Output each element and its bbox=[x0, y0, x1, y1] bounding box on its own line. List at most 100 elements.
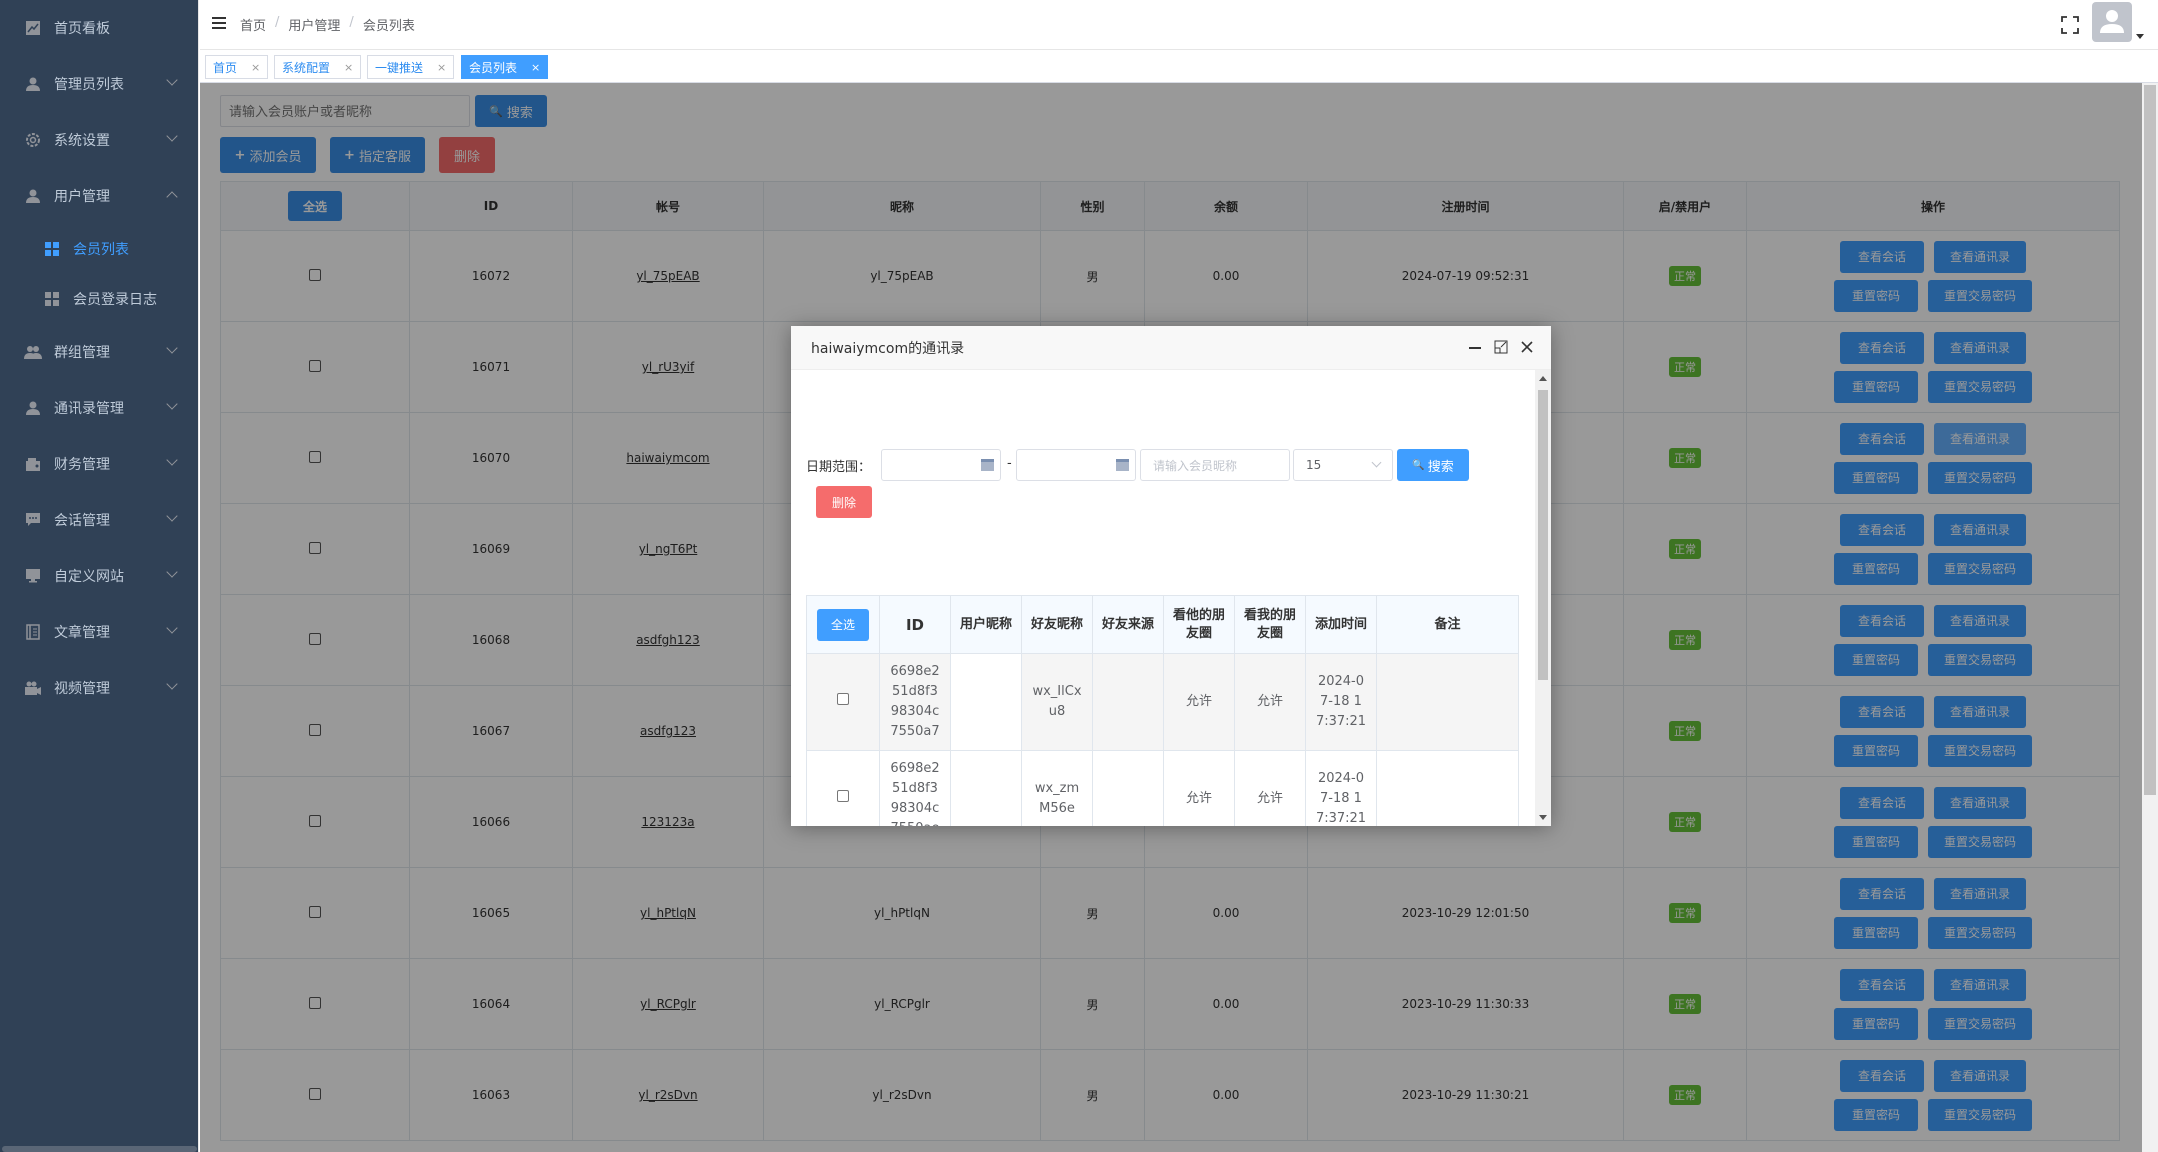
avatar[interactable] bbox=[2092, 2, 2132, 42]
account-link[interactable]: yl_rU3yif bbox=[642, 360, 694, 374]
reset-password-button[interactable]: 重置密码 bbox=[1834, 1098, 1918, 1131]
reset-password-button[interactable]: 重置密码 bbox=[1834, 825, 1918, 858]
view-chat-button[interactable]: 查看会话 bbox=[1840, 331, 1924, 364]
sidebar-item-chat-management[interactable]: 会话管理 bbox=[0, 492, 198, 548]
view-contacts-button[interactable]: 查看通讯录 bbox=[1934, 331, 2026, 364]
sidebar-item-dashboard[interactable]: 首页看板 bbox=[0, 0, 198, 56]
sidebar-item-video-management[interactable]: 视频管理 bbox=[0, 660, 198, 716]
view-chat-button[interactable]: 查看会话 bbox=[1840, 1059, 1924, 1092]
view-contacts-button[interactable]: 查看通讯录 bbox=[1934, 604, 2026, 637]
account-link[interactable]: yl_hPtlqN bbox=[640, 906, 696, 920]
account-link[interactable]: yl_75pEAB bbox=[636, 269, 699, 283]
tag-home[interactable]: 首页 × bbox=[205, 55, 269, 79]
sidebar-item-contacts-management[interactable]: 通讯录管理 bbox=[0, 380, 198, 436]
reset-trade-password-button[interactable]: 重置交易密码 bbox=[1928, 461, 2032, 494]
reset-trade-password-button[interactable]: 重置交易密码 bbox=[1928, 1007, 2032, 1040]
status-badge[interactable]: 正常 bbox=[1669, 812, 1701, 832]
view-chat-button[interactable]: 查看会话 bbox=[1840, 240, 1924, 273]
sidebar-item-admin-list[interactable]: 管理员列表 bbox=[0, 56, 198, 112]
dialog-select-all-button[interactable]: 全选 bbox=[816, 608, 869, 641]
sidebar-item-article-management[interactable]: 文章管理 bbox=[0, 604, 198, 660]
scroll-up-arrow-icon[interactable] bbox=[1539, 376, 1547, 381]
view-chat-button[interactable]: 查看会话 bbox=[1840, 968, 1924, 1001]
close-icon[interactable]: × bbox=[437, 61, 446, 74]
sidebar-subitem-member-list[interactable]: 会员列表 bbox=[0, 224, 198, 274]
account-link[interactable]: 123123a bbox=[641, 815, 694, 829]
account-link[interactable]: yl_RCPglr bbox=[640, 997, 696, 1011]
status-badge[interactable]: 正常 bbox=[1669, 1085, 1701, 1105]
reset-password-button[interactable]: 重置密码 bbox=[1834, 279, 1918, 312]
status-badge[interactable]: 正常 bbox=[1669, 721, 1701, 741]
reset-password-button[interactable]: 重置密码 bbox=[1834, 552, 1918, 585]
status-badge[interactable]: 正常 bbox=[1669, 448, 1701, 468]
reset-trade-password-button[interactable]: 重置交易密码 bbox=[1928, 916, 2032, 949]
view-contacts-button[interactable]: 查看通讯录 bbox=[1934, 240, 2026, 273]
row-checkbox[interactable] bbox=[309, 359, 321, 372]
status-badge[interactable]: 正常 bbox=[1669, 539, 1701, 559]
sidebar-item-user-management[interactable]: 用户管理 bbox=[0, 168, 198, 224]
reset-trade-password-button[interactable]: 重置交易密码 bbox=[1928, 1098, 2032, 1131]
close-icon[interactable]: × bbox=[251, 61, 260, 74]
row-checkbox[interactable] bbox=[837, 790, 849, 802]
select-all-button[interactable]: 全选 bbox=[287, 191, 342, 221]
reset-trade-password-button[interactable]: 重置交易密码 bbox=[1928, 825, 2032, 858]
sidebar-item-group-management[interactable]: 群组管理 bbox=[0, 324, 198, 380]
dialog-delete-button[interactable]: 删除 bbox=[816, 486, 872, 518]
page-scrollbar-thumb[interactable] bbox=[2144, 85, 2156, 795]
view-chat-button[interactable]: 查看会话 bbox=[1840, 422, 1924, 455]
reset-trade-password-button[interactable]: 重置交易密码 bbox=[1928, 370, 2032, 403]
start-date-input[interactable] bbox=[881, 449, 1001, 481]
view-chat-button[interactable]: 查看会话 bbox=[1840, 877, 1924, 910]
nickname-search-input[interactable]: 请输入会员昵称 bbox=[1140, 449, 1290, 481]
status-badge[interactable]: 正常 bbox=[1669, 266, 1701, 286]
view-contacts-button[interactable]: 查看通讯录 bbox=[1934, 1059, 2026, 1092]
row-checkbox[interactable] bbox=[309, 814, 321, 827]
row-checkbox[interactable] bbox=[837, 693, 849, 705]
delete-button[interactable]: 删除 bbox=[439, 137, 495, 173]
status-badge[interactable]: 正常 bbox=[1669, 994, 1701, 1014]
breadcrumb-item[interactable]: 首页 bbox=[240, 15, 266, 34]
caret-down-icon[interactable] bbox=[2136, 34, 2144, 39]
view-contacts-button[interactable]: 查看通讯录 bbox=[1934, 422, 2026, 455]
status-badge[interactable]: 正常 bbox=[1669, 630, 1701, 650]
view-contacts-button[interactable]: 查看通讯录 bbox=[1934, 968, 2026, 1001]
scroll-down-arrow-icon[interactable] bbox=[1539, 815, 1547, 820]
tag-member-list[interactable]: 会员列表 × bbox=[461, 55, 549, 79]
end-date-input[interactable] bbox=[1016, 449, 1136, 481]
status-badge[interactable]: 正常 bbox=[1669, 903, 1701, 923]
sidebar-subitem-member-login-log[interactable]: 会员登录日志 bbox=[0, 274, 198, 324]
account-link[interactable]: asdfg123 bbox=[640, 724, 696, 738]
reset-password-button[interactable]: 重置密码 bbox=[1834, 916, 1918, 949]
close-icon[interactable] bbox=[1519, 339, 1535, 355]
tag-system-config[interactable]: 系统配置 × bbox=[274, 55, 362, 79]
reset-password-button[interactable]: 重置密码 bbox=[1834, 643, 1918, 676]
breadcrumb-item[interactable]: 用户管理 bbox=[288, 15, 340, 34]
sidebar-scrollbar[interactable] bbox=[2, 1146, 197, 1152]
hamburger-menu-icon[interactable] bbox=[212, 17, 226, 29]
sidebar-item-custom-website[interactable]: 自定义网站 bbox=[0, 548, 198, 604]
view-chat-button[interactable]: 查看会话 bbox=[1840, 513, 1924, 546]
dialog-scrollbar-thumb[interactable] bbox=[1538, 390, 1548, 680]
member-search-input[interactable] bbox=[220, 95, 470, 127]
reset-trade-password-button[interactable]: 重置交易密码 bbox=[1928, 734, 2032, 767]
add-member-button[interactable]: + 添加会员 bbox=[220, 137, 316, 173]
reset-password-button[interactable]: 重置密码 bbox=[1834, 1007, 1918, 1040]
view-contacts-button[interactable]: 查看通讯录 bbox=[1934, 786, 2026, 819]
sidebar-item-system-settings[interactable]: 系统设置 bbox=[0, 112, 198, 168]
fullscreen-icon[interactable] bbox=[2060, 15, 2080, 35]
row-checkbox[interactable] bbox=[309, 632, 321, 645]
reset-trade-password-button[interactable]: 重置交易密码 bbox=[1928, 279, 2032, 312]
page-scrollbar[interactable] bbox=[2142, 83, 2158, 1152]
row-checkbox[interactable] bbox=[309, 723, 321, 736]
view-chat-button[interactable]: 查看会话 bbox=[1840, 604, 1924, 637]
account-link[interactable]: yl_ngT6Pt bbox=[639, 542, 698, 556]
close-icon[interactable]: × bbox=[344, 61, 353, 74]
minimize-icon[interactable] bbox=[1467, 339, 1483, 355]
account-link[interactable]: asdfgh123 bbox=[636, 633, 700, 647]
reset-trade-password-button[interactable]: 重置交易密码 bbox=[1928, 643, 2032, 676]
view-contacts-button[interactable]: 查看通讯录 bbox=[1934, 877, 2026, 910]
row-checkbox[interactable] bbox=[309, 1087, 321, 1100]
assign-service-button[interactable]: + 指定客服 bbox=[330, 137, 425, 173]
reset-trade-password-button[interactable]: 重置交易密码 bbox=[1928, 552, 2032, 585]
page-size-select[interactable]: 15 bbox=[1293, 449, 1393, 481]
